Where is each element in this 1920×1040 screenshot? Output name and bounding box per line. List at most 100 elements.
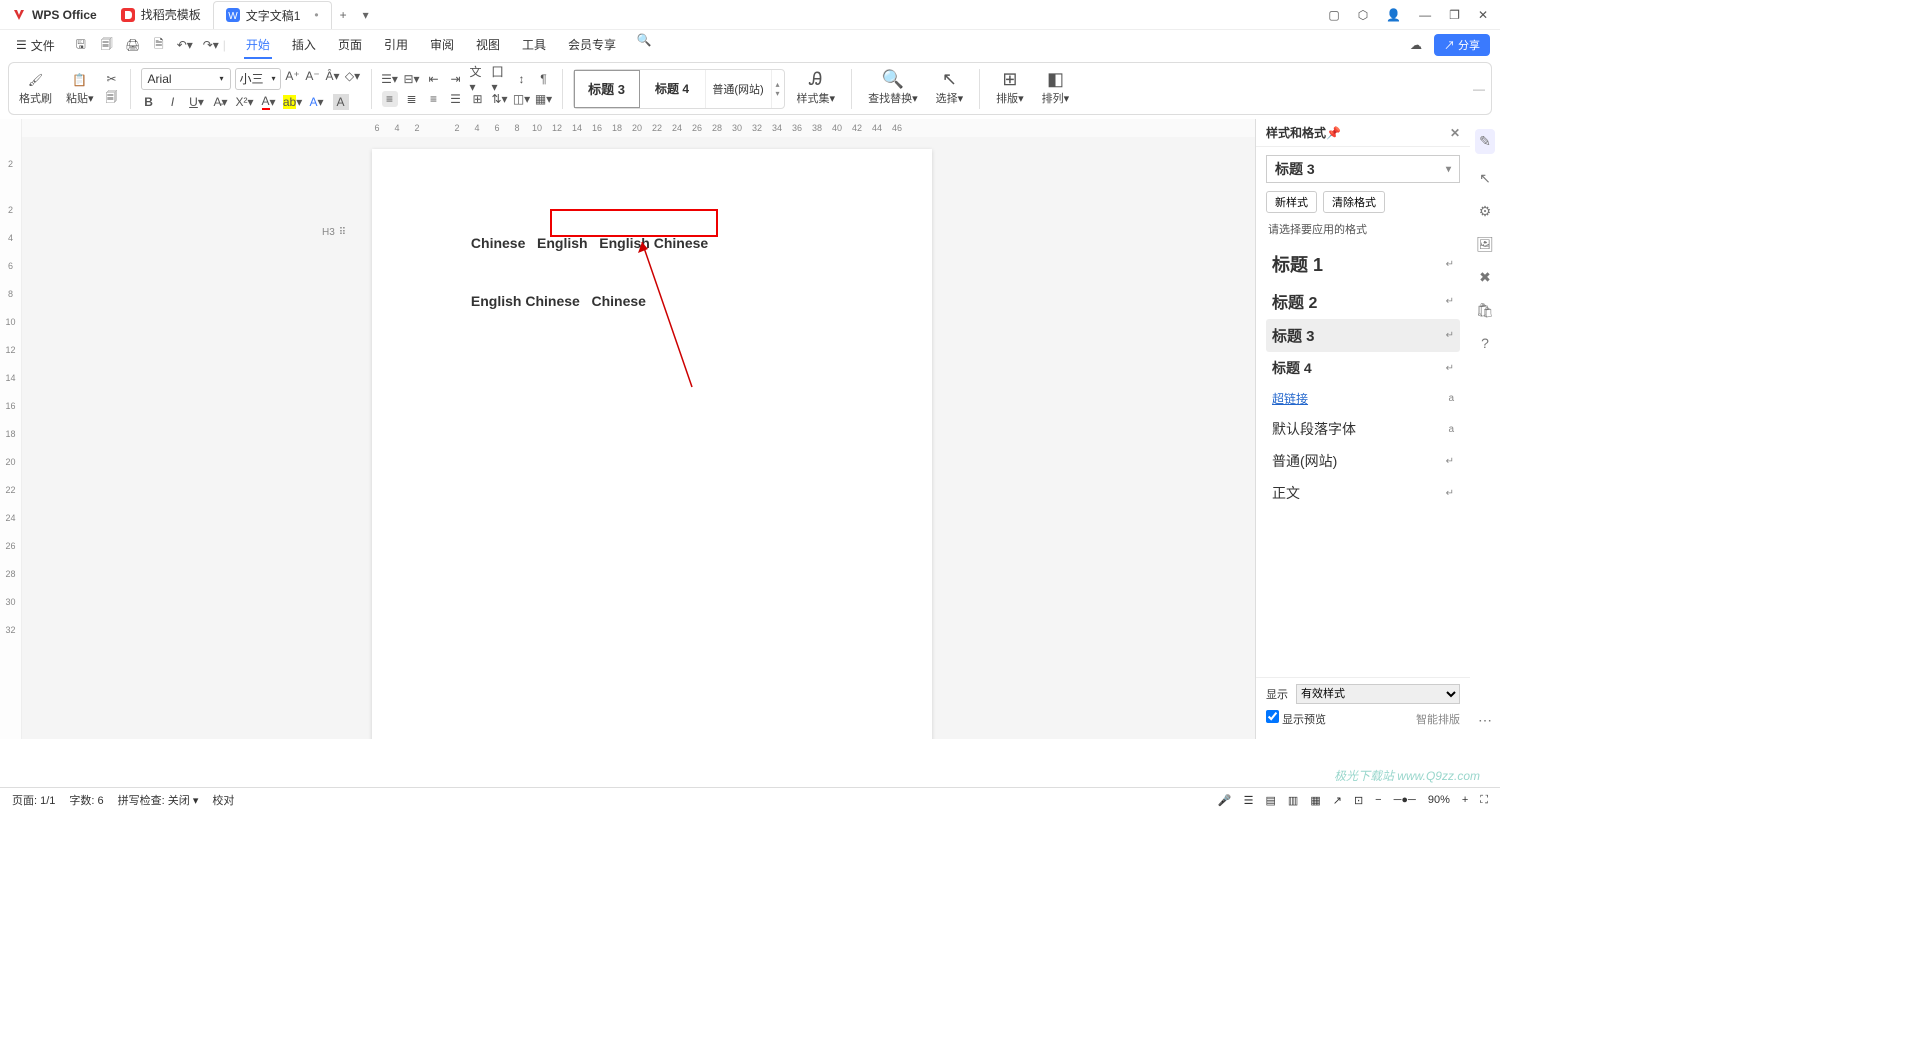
new-tab-button[interactable]: +: [332, 8, 355, 22]
word-count[interactable]: 字数: 6: [69, 792, 103, 808]
align-left-icon[interactable]: ≡: [382, 91, 398, 107]
increase-indent-icon[interactable]: ⇥: [448, 71, 464, 87]
panel-close-icon[interactable]: ✕: [1450, 126, 1460, 140]
style-heading3[interactable]: 标题 3: [574, 70, 640, 108]
style-gallery-nav[interactable]: ▴▾: [772, 80, 784, 98]
format-brush-group[interactable]: 🖌 格式刷: [15, 72, 56, 106]
file-menu[interactable]: ☰ 文件: [10, 37, 61, 54]
redo-icon[interactable]: ↷▾: [203, 37, 219, 53]
style-row[interactable]: 标题 3↵: [1266, 319, 1460, 352]
highlight-icon[interactable]: ab▾: [285, 94, 301, 110]
clear-format-button[interactable]: 清除格式: [1323, 191, 1385, 213]
fullscreen-icon[interactable]: ⛶: [1480, 794, 1488, 807]
style-row[interactable]: 默认段落字体a: [1266, 413, 1460, 445]
tab-menu-button[interactable]: ▾: [355, 8, 377, 22]
pin-icon[interactable]: 📌: [1326, 126, 1341, 140]
print-layout-icon[interactable]: ▤: [1266, 794, 1276, 807]
align-center-icon[interactable]: ≣: [404, 91, 420, 107]
proofread[interactable]: 校对: [212, 792, 234, 808]
show-select[interactable]: 有效样式: [1296, 684, 1460, 704]
style-row[interactable]: 标题 2↵: [1266, 283, 1460, 319]
font-size-select[interactable]: 小三▾: [235, 68, 281, 90]
heading-indicator[interactable]: H3 ⠿: [322, 227, 346, 238]
cube-icon[interactable]: ⬡: [1358, 8, 1368, 22]
pencil-icon[interactable]: ✎: [1475, 129, 1495, 154]
page-content[interactable]: Chinese English English Chinese English …: [372, 149, 932, 405]
decrease-font-icon[interactable]: A⁻: [305, 68, 321, 84]
settings-icon[interactable]: ⚙: [1479, 203, 1492, 220]
menu-vip[interactable]: 会员专享: [566, 32, 618, 59]
sort-icon[interactable]: ↕: [514, 71, 530, 87]
menu-view[interactable]: 视图: [474, 32, 502, 59]
selection-icon[interactable]: ↖: [1479, 170, 1491, 187]
collapse-ribbon-icon[interactable]: —: [1473, 82, 1485, 96]
bold-icon[interactable]: B: [141, 94, 157, 110]
smart-layout-link[interactable]: 智能排版: [1416, 711, 1460, 727]
italic-icon[interactable]: I: [165, 94, 181, 110]
style-gallery[interactable]: 标题 3 标题 4 普通(网站) ▴▾: [573, 69, 785, 109]
style-row[interactable]: 正文↵: [1266, 477, 1460, 509]
numbering-icon[interactable]: ⊟▾: [404, 71, 420, 87]
line-spacing-icon[interactable]: ⇅▾: [492, 91, 508, 107]
panel-icon[interactable]: ▢: [1328, 8, 1339, 22]
zoom-slider[interactable]: ─●─: [1394, 794, 1416, 806]
tab-template[interactable]: 找稻壳模板: [109, 1, 213, 29]
undo-icon[interactable]: ↶▾: [177, 37, 193, 53]
zoom-in-button[interactable]: +: [1462, 794, 1468, 806]
align-justify-icon[interactable]: ☰: [448, 91, 464, 107]
cloud-icon[interactable]: ☁: [1408, 37, 1424, 53]
cart-icon[interactable]: 🛍: [1476, 302, 1494, 319]
copy-icon[interactable]: 🗐: [104, 91, 120, 107]
style-row[interactable]: 标题 1↵: [1266, 245, 1460, 283]
style-web[interactable]: 普通(网站): [706, 70, 772, 108]
style-row[interactable]: 普通(网站)↵: [1266, 445, 1460, 477]
reading-view-icon[interactable]: ☰: [1244, 794, 1254, 807]
change-case-icon[interactable]: Ȃ▾: [325, 68, 341, 84]
export-icon[interactable]: 🗎: [151, 37, 167, 53]
menu-insert[interactable]: 插入: [290, 32, 318, 59]
menu-reference[interactable]: 引用: [382, 32, 410, 59]
menu-start[interactable]: 开始: [244, 32, 272, 59]
font-color-icon[interactable]: A▾: [261, 94, 277, 110]
page[interactable]: H3 ⠿ Chinese English English Chinese Eng…: [372, 149, 932, 739]
focus-icon[interactable]: ↗: [1333, 794, 1342, 807]
style-row[interactable]: 超链接a: [1266, 384, 1460, 413]
style-heading4[interactable]: 标题 4: [640, 70, 706, 108]
text-effect-icon[interactable]: A▾: [309, 94, 325, 110]
print-preview-icon[interactable]: 🗐: [99, 37, 115, 53]
drag-handle-icon[interactable]: ⠿: [339, 227, 346, 238]
close-button[interactable]: ✕: [1478, 8, 1488, 22]
save-icon[interactable]: 🖫: [73, 37, 89, 53]
show-marks-icon[interactable]: ¶: [536, 71, 552, 87]
decrease-indent-icon[interactable]: ⇤: [426, 71, 442, 87]
borders-icon[interactable]: ▦▾: [536, 91, 552, 107]
help-icon[interactable]: ?: [1481, 335, 1489, 351]
bullets-icon[interactable]: ☰▾: [382, 71, 398, 87]
minimize-button[interactable]: —: [1419, 8, 1431, 22]
current-style-box[interactable]: 标题 3 ▾: [1266, 155, 1460, 183]
zoom-out-button[interactable]: −: [1375, 794, 1381, 806]
print-icon[interactable]: 🖨: [125, 37, 141, 53]
char-border-icon[interactable]: 囗▾: [492, 71, 508, 87]
align-right-icon[interactable]: ≡: [426, 91, 442, 107]
outline-icon[interactable]: ▦: [1310, 794, 1320, 807]
app-tab[interactable]: WPS Office: [0, 1, 109, 29]
arrange-button[interactable]: ◧ 排列▾: [1036, 72, 1076, 106]
maximize-button[interactable]: ❐: [1449, 8, 1460, 22]
spell-check-status[interactable]: 拼写检查: 关闭 ▾: [118, 792, 199, 808]
menu-review[interactable]: 审阅: [428, 32, 456, 59]
new-style-button[interactable]: 新样式: [1266, 191, 1317, 213]
underline-icon[interactable]: U▾: [189, 94, 205, 110]
style-row[interactable]: 标题 4↵: [1266, 352, 1460, 384]
layout-button[interactable]: ⊞ 排版▾: [990, 72, 1030, 106]
distributed-icon[interactable]: ⊞: [470, 91, 486, 107]
preview-checkbox[interactable]: 显示预览: [1266, 710, 1326, 727]
cut-icon[interactable]: ✂: [104, 71, 120, 87]
tools-icon[interactable]: ✖: [1479, 269, 1491, 286]
paste-group[interactable]: 📋 粘贴▾: [62, 72, 98, 106]
increase-font-icon[interactable]: A⁺: [285, 68, 301, 84]
search-icon[interactable]: 🔍: [636, 32, 652, 48]
tab-document[interactable]: W 文字文稿1 •: [213, 1, 332, 29]
strike-icon[interactable]: A̵▾: [213, 94, 229, 110]
profile-icon[interactable]: 👤: [1386, 8, 1401, 22]
